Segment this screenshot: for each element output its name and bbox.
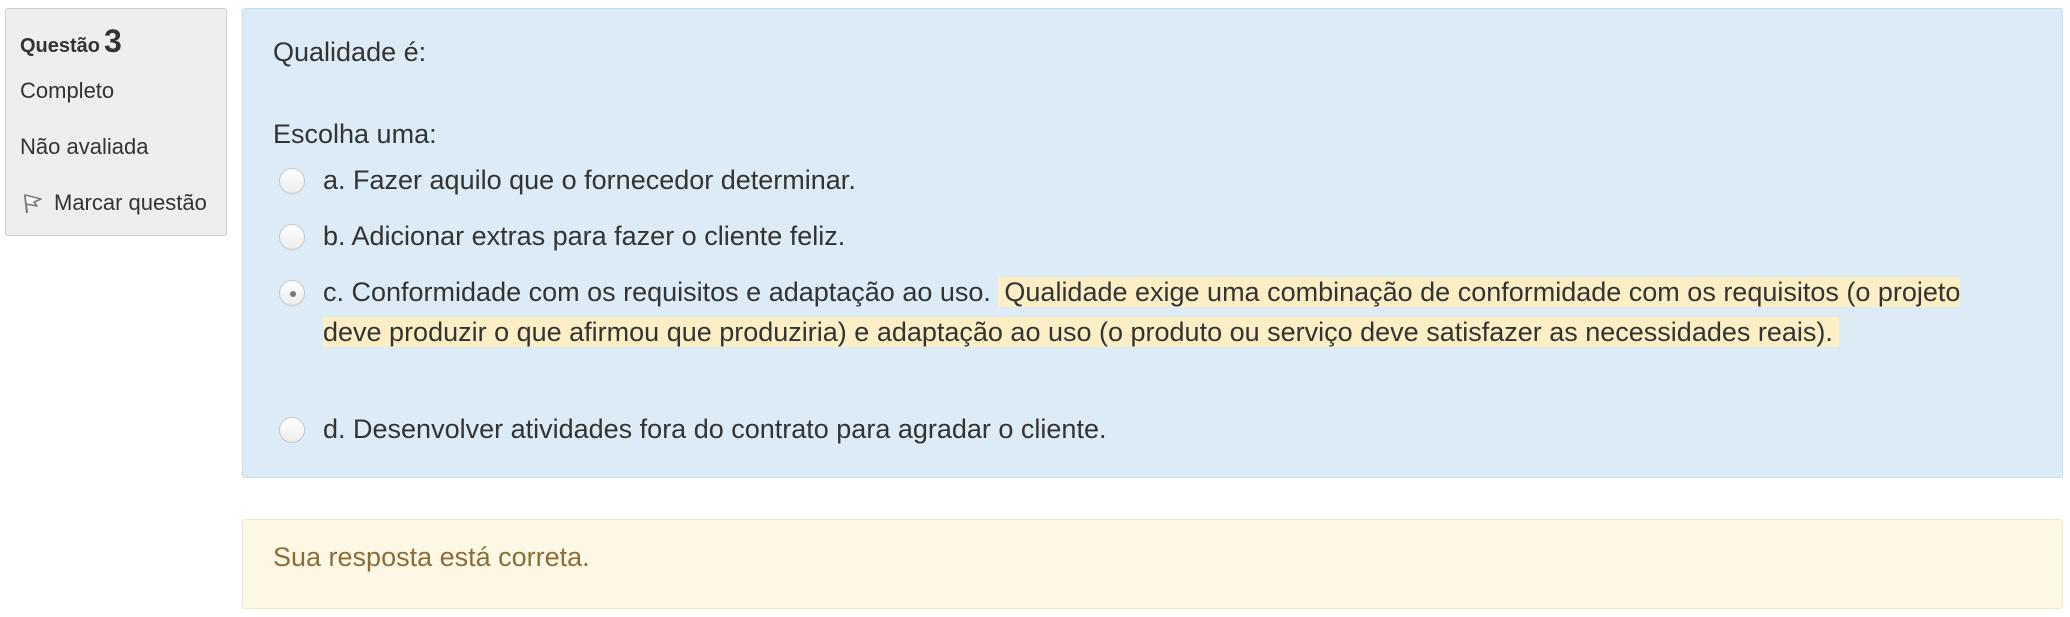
radio-button-b[interactable]: [279, 224, 305, 250]
answer-label-d: d. Desenvolver atividades fora do contra…: [323, 414, 1107, 444]
answer-c-content: c. Conformidade com os requisitos e adap…: [323, 272, 2019, 352]
question-grade: Não avaliada: [20, 134, 149, 159]
outcome-text: Sua resposta está correta.: [273, 542, 590, 572]
flag-label: Marcar questão: [54, 190, 207, 215]
question-text: Qualidade é:: [273, 37, 427, 67]
answer-prompt: Escolha uma:: [273, 119, 437, 149]
answer-option-b[interactable]: b. Adicionar extras para fazer o cliente…: [279, 216, 2019, 256]
flag-question-button[interactable]: Marcar questão: [20, 190, 226, 216]
flag-icon: [24, 194, 42, 214]
answer-label-c: c. Conformidade com os requisitos e adap…: [323, 277, 991, 307]
question-number-value: 3: [104, 23, 122, 59]
radio-button-c[interactable]: [279, 280, 305, 306]
answer-option-d[interactable]: d. Desenvolver atividades fora do contra…: [279, 409, 2019, 449]
question-info-panel: Questão 3 Completo Não avaliada Marcar qu…: [5, 8, 227, 236]
radio-button-a[interactable]: [279, 168, 305, 194]
outcome-feedback: Sua resposta está correta.: [242, 519, 2063, 609]
answer-label-a: a. Fazer aquilo que o fornecedor determi…: [323, 165, 856, 195]
answer-option-a[interactable]: a. Fazer aquilo que o fornecedor determi…: [279, 160, 2019, 200]
question-formulation: Qualidade é: Escolha uma: a. Fazer aquil…: [242, 8, 2063, 478]
radio-selected-dot: [290, 291, 296, 297]
question-label: Questão: [20, 35, 101, 57]
radio-button-d[interactable]: [279, 417, 305, 443]
answer-label-b: b. Adicionar extras para fazer o cliente…: [323, 221, 846, 251]
question-state: Completo: [20, 78, 115, 103]
question-number: Questão 3: [20, 23, 226, 60]
answer-option-c[interactable]: c. Conformidade com os requisitos e adap…: [279, 272, 2019, 352]
